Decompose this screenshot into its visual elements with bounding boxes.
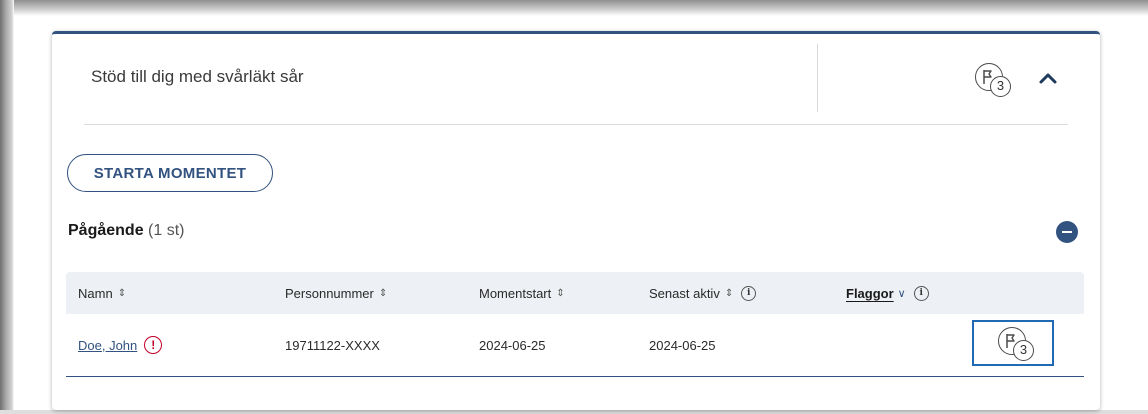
personnummer-cell: 19711122-XXXX — [285, 337, 380, 353]
row-flag-badge: 3 — [998, 327, 1038, 363]
row-flags-button[interactable]: 3 — [972, 320, 1054, 366]
sort-icon: ⇕ — [724, 287, 734, 299]
flag-count-badge: 3 — [990, 76, 1011, 97]
window-frame-left — [0, 0, 14, 414]
card-title: Stöd till dig med svårläkt sår — [91, 67, 304, 86]
exclamation-icon[interactable]: ! — [144, 336, 163, 354]
section-label: Pågående — [68, 222, 144, 239]
column-label: Personnummer — [285, 285, 374, 301]
column-header-flaggor[interactable]: Flaggor ∨ i — [846, 272, 929, 314]
section-count: (1 st) — [148, 222, 185, 239]
column-header-name[interactable]: Namn ⇕ — [78, 272, 126, 314]
window-frame-bottom — [0, 410, 1148, 414]
sort-icon: ⇕ — [556, 287, 565, 299]
column-header-senast-aktiv[interactable]: Senast aktiv ⇕ i — [649, 272, 757, 314]
chevron-up-icon — [1039, 73, 1057, 84]
column-header-personnummer[interactable]: Personnummer ⇕ — [285, 272, 387, 314]
collapse-button[interactable] — [1036, 66, 1060, 90]
column-header-momentstart[interactable]: Momentstart ⇕ — [479, 272, 565, 314]
column-label: Flaggor — [846, 285, 894, 301]
table-header: Namn ⇕ Personnummer ⇕ Momentstart ⇕ Sena… — [66, 272, 1084, 314]
header-divider — [817, 44, 818, 112]
chevron-down-icon: ∨ — [897, 287, 906, 300]
card-header: Stöd till dig med svårläkt sår 3 — [84, 34, 1068, 125]
name-cell: Doe, John ! — [78, 314, 163, 376]
sort-icon: ⇕ — [117, 287, 127, 299]
senast-aktiv-cell: 2024-06-25 — [649, 337, 716, 353]
column-label: Momentstart — [479, 285, 552, 301]
info-icon[interactable]: i — [741, 285, 757, 301]
flag-count-badge: 3 — [1013, 340, 1034, 361]
patient-name-link[interactable]: Doe, John — [78, 338, 137, 353]
column-label: Senast aktiv — [649, 285, 720, 301]
section-title: Pågående (1 st) — [68, 222, 185, 240]
minus-circle-icon[interactable] — [1056, 221, 1078, 243]
header-flag-badge: 3 — [975, 63, 1015, 99]
info-icon[interactable]: i — [913, 285, 929, 301]
sort-icon: ⇕ — [378, 287, 388, 299]
column-label: Namn — [78, 285, 113, 301]
start-moment-button[interactable]: STARTA MOMENTET — [67, 154, 273, 192]
table-row: Doe, John ! 19711122-XXXX 2024-06-25 202… — [66, 314, 1084, 377]
window-frame-top — [0, 0, 1148, 16]
momentstart-cell: 2024-06-25 — [479, 337, 546, 353]
moment-card: Stöd till dig med svårläkt sår 3 STARTA … — [52, 31, 1100, 410]
